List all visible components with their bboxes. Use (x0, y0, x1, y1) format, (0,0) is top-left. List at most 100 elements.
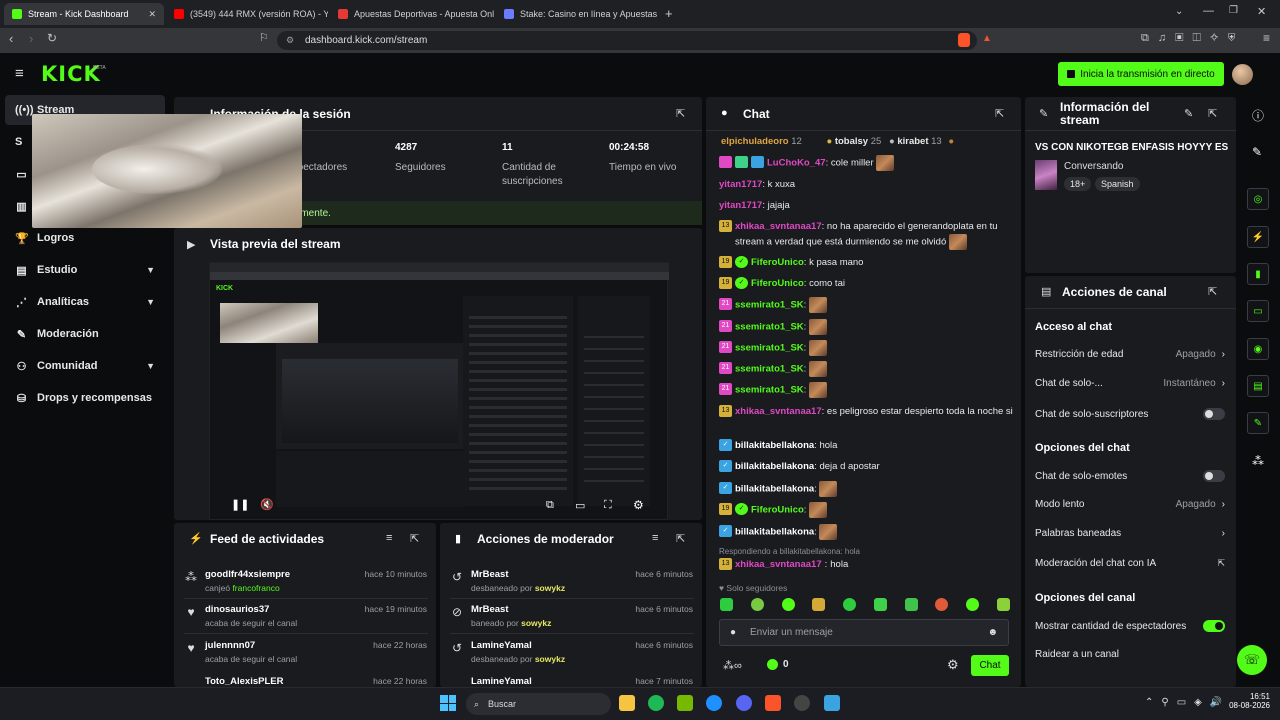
close-icon[interactable]: ✕ (148, 9, 156, 20)
steam-icon[interactable] (794, 695, 810, 711)
tray-clock[interactable]: 16:51 08-08-2026 (1226, 692, 1270, 710)
chat-username[interactable]: ssemirato1_SK (735, 385, 804, 396)
tray-icons[interactable]: ⌃⚲▭◈🔊 (1145, 697, 1230, 708)
emote-icon[interactable] (812, 598, 826, 611)
emote-icon[interactable] (904, 598, 918, 611)
hamburger-icon[interactable]: ≡ (15, 65, 24, 82)
rewards-icon[interactable]: ▲ (982, 33, 992, 44)
settings-icon[interactable]: ⚙ (633, 498, 644, 512)
site-info-icon[interactable]: ⚙ (286, 35, 294, 46)
emote-icon[interactable] (935, 598, 949, 611)
age-restriction-row[interactable]: Restricción de edad Apagado › (1035, 349, 1225, 360)
kick-logo[interactable]: KICK (41, 62, 101, 86)
gifter-name[interactable]: kirabet (897, 136, 928, 147)
emoji-icon[interactable]: ☻ (987, 627, 998, 638)
chat-username[interactable]: FiferoUnico (751, 278, 804, 289)
popout-icon[interactable]: ⇱ (1208, 285, 1217, 298)
chat-username[interactable]: LuChoKo_47 (767, 158, 826, 169)
broadcast-icon[interactable]: ◉ (1247, 338, 1269, 360)
chat-username[interactable]: ssemirato1_SK (735, 364, 804, 375)
category-thumbnail[interactable] (1035, 160, 1057, 190)
discord-icon[interactable] (736, 695, 752, 711)
emote-icon[interactable] (873, 598, 887, 611)
popout-icon[interactable]: ⇱ (410, 532, 419, 545)
clipboard-icon[interactable]: ▮ (1247, 263, 1269, 285)
followers-only-row[interactable]: Chat de solo-... Instantáneo › (1035, 378, 1225, 389)
popout-icon[interactable]: ⇱ (676, 532, 685, 545)
gifter-name[interactable]: elpichuladeoro (721, 136, 789, 147)
sidebar-item-comunidad[interactable]: ⚇ Comunidad ▼ (5, 351, 165, 381)
menu-icon[interactable]: ≡ (1263, 31, 1270, 45)
mod-by[interactable]: sowykz (535, 583, 565, 593)
brave-icon[interactable] (765, 695, 781, 711)
emote-icon[interactable] (750, 598, 764, 611)
filter-icon[interactable]: ≡ (652, 532, 658, 544)
extension-icons[interactable]: ⧉♫▣◫✧⛨ (1141, 32, 1245, 45)
emote-icon[interactable] (781, 598, 795, 611)
chat-username[interactable]: FiferoUnico (751, 505, 804, 516)
chat-username[interactable]: yitan1717 (719, 200, 762, 211)
bolt-icon[interactable]: ⚡ (1247, 226, 1269, 248)
forward-icon[interactable]: › (29, 31, 33, 46)
chat-username[interactable]: billakitabellakona (735, 440, 814, 451)
subs-only-toggle[interactable] (1203, 408, 1225, 420)
info-icon[interactable]: ⓘ (1252, 107, 1264, 124)
actions-icon[interactable]: ▤ (1247, 375, 1269, 397)
emote-icon[interactable] (720, 598, 733, 611)
sidebar-item-drops[interactable]: ⛁ Drops y recompensas (5, 383, 165, 413)
avatar[interactable] (1232, 64, 1253, 85)
wrench-icon[interactable]: ✎ (1247, 412, 1269, 434)
tab-kick-dashboard[interactable]: Stream - Kick Dashboard ✕ (4, 3, 164, 25)
file-explorer-icon[interactable] (619, 695, 635, 711)
chat-input[interactable]: ● Enviar un mensaje ☻ (719, 619, 1009, 646)
spotify-icon[interactable] (648, 695, 664, 711)
url-field[interactable]: ⚙ dashboard.kick.com/stream (277, 31, 977, 50)
nvidia-icon[interactable] (677, 695, 693, 711)
viewer-count-row[interactable]: Mostrar cantidad de espectadores (1035, 620, 1225, 632)
emote-icon[interactable] (966, 598, 980, 611)
go-live-button[interactable]: Inicia la transmisión en directo (1058, 62, 1224, 86)
chat-username[interactable]: ssemirato1_SK (735, 343, 804, 354)
chat-username[interactable]: yitan1717 (719, 179, 762, 190)
popout-icon[interactable]: ⇱ (995, 107, 1004, 120)
clip-icon[interactable]: ◎ (1247, 188, 1269, 210)
bookmark-icon[interactable]: ⚐ (259, 31, 269, 44)
chat-settings-icon[interactable]: ⚙ (947, 657, 959, 673)
mod-by[interactable]: sowykz (521, 618, 551, 628)
chat-send-button[interactable]: Chat (971, 655, 1009, 676)
chat-username[interactable]: xhikaa_svntanaa17 (735, 221, 822, 232)
emotes-only-row[interactable]: Chat de solo-emotes (1035, 470, 1225, 482)
sidebar-item-estudio[interactable]: ▤ Estudio ▼ (5, 255, 165, 285)
support-chat-button[interactable]: ☏ (1237, 645, 1267, 675)
emote-icon[interactable] (996, 598, 1010, 611)
minimize-icon[interactable]: — (1203, 5, 1214, 17)
emotes-only-toggle[interactable] (1203, 470, 1225, 482)
chat-username[interactable]: billakitabellakona (735, 461, 814, 472)
chat-username[interactable]: xhikaa_svntanaa17 (735, 406, 822, 417)
popout-icon[interactable]: ⇱ (1208, 107, 1217, 120)
back-icon[interactable]: ‹ (9, 31, 13, 46)
pip-icon[interactable]: ⧉ (546, 499, 554, 512)
maximize-icon[interactable]: ❐ (1229, 5, 1238, 16)
edit-icon[interactable]: ✎ (1252, 145, 1262, 159)
app-icon[interactable] (824, 695, 840, 711)
chat-username[interactable]: FiferoUnico (751, 257, 804, 268)
tab-search-icon[interactable]: ⌄ (1175, 6, 1183, 17)
fullscreen-icon[interactable]: ⛶ (604, 499, 612, 512)
category-name[interactable]: Conversando (1064, 161, 1123, 172)
banned-words-row[interactable]: Palabras baneadas › (1035, 528, 1225, 539)
filter-icon[interactable]: ≡ (386, 532, 392, 544)
chat-username[interactable]: billakitabellakona (735, 484, 814, 495)
tab-youtube[interactable]: (3549) 444 RMX (versión ROA) - Y (166, 3, 328, 25)
windows-start-icon[interactable] (440, 695, 456, 711)
sidebar-item-moderacion[interactable]: ✎ Moderación (5, 319, 165, 349)
chat-username[interactable]: ssemirato1_SK (735, 300, 804, 311)
brave-shield-icon[interactable] (958, 33, 970, 47)
chat-username[interactable]: xhikaa_svntanaa17 (735, 557, 822, 572)
raid-row[interactable]: Raidear a un canal (1035, 649, 1225, 660)
slow-mode-row[interactable]: Modo lento Apagado › (1035, 499, 1225, 510)
edge-icon[interactable] (706, 695, 722, 711)
points-icon[interactable]: ⁂ (1252, 454, 1264, 468)
viewer-count-toggle[interactable] (1203, 620, 1225, 632)
stream-video[interactable]: KICK (209, 262, 669, 520)
